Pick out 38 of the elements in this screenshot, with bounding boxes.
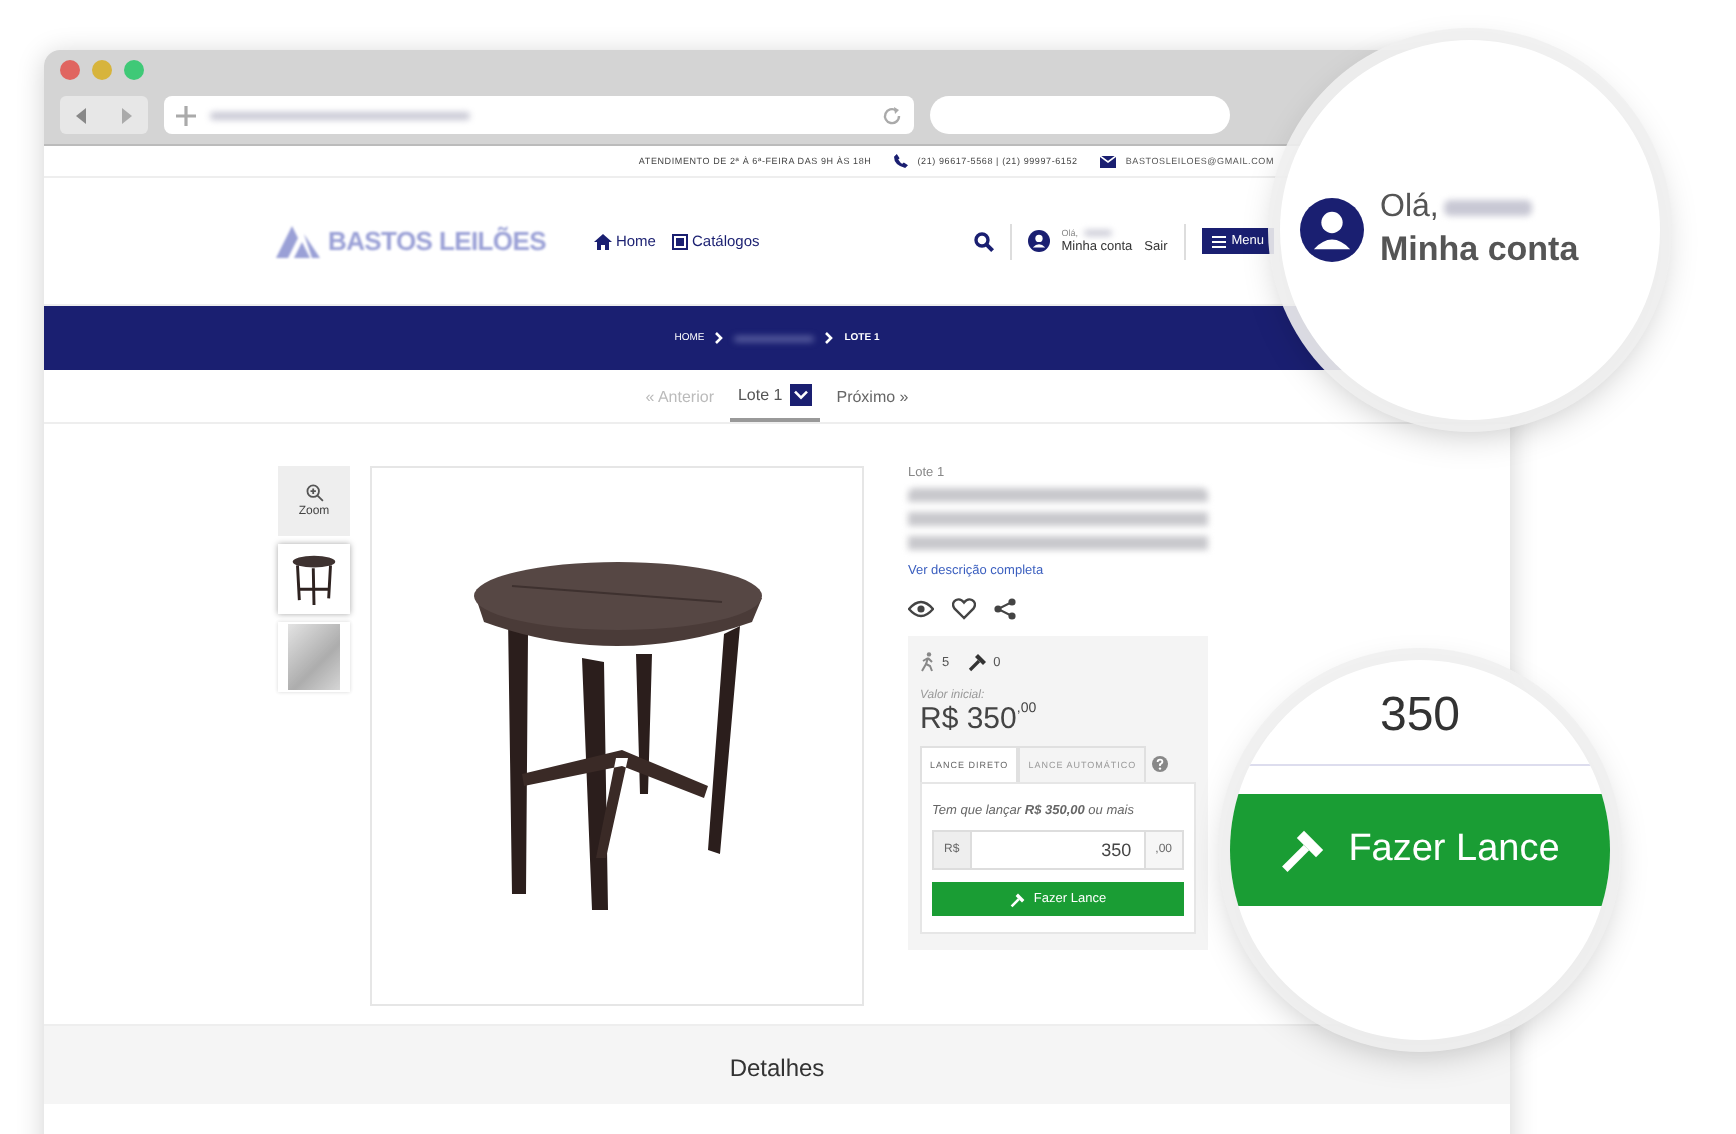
- catalog-icon: [671, 233, 688, 249]
- lot-selector[interactable]: Lote 1: [729, 370, 821, 422]
- walking-person-icon: [920, 652, 936, 672]
- account-link[interactable]: Minha conta: [1380, 230, 1579, 270]
- mail-icon: [1099, 155, 1116, 167]
- phone-icon: [893, 154, 908, 168]
- help-icon[interactable]: [1152, 756, 1169, 772]
- eye-icon[interactable]: [908, 600, 934, 618]
- share-icon[interactable]: [994, 598, 1016, 620]
- section-title: Detalhes: [729, 1054, 825, 1086]
- close-button[interactable]: [60, 60, 80, 80]
- bid-button[interactable]: Fazer Lance: [1230, 794, 1610, 906]
- chevron-icon: [714, 332, 725, 344]
- chevron-icon: [824, 332, 835, 344]
- gavel-icon: [1009, 891, 1026, 907]
- home-icon: [593, 233, 612, 249]
- blurred-name: [1444, 200, 1533, 216]
- thumbnail[interactable]: [278, 622, 350, 692]
- gavel-icon: [1280, 826, 1329, 874]
- greeting-text: Olá,: [1380, 190, 1439, 226]
- navigation-buttons[interactable]: [60, 96, 148, 134]
- price: R$ 350: [920, 702, 1017, 736]
- user-icon: [1300, 198, 1364, 262]
- user-icon[interactable]: [1027, 230, 1050, 252]
- logo-icon: [276, 225, 320, 257]
- bid-amount-field[interactable]: 350: [971, 830, 1144, 870]
- product-image[interactable]: [370, 466, 864, 1006]
- reload-icon[interactable]: [882, 105, 902, 125]
- search-icon[interactable]: [973, 231, 994, 251]
- bid-amount: 350: [1230, 688, 1610, 766]
- zoom-in-icon: [305, 484, 323, 502]
- plus-icon: [176, 105, 196, 125]
- dropdown-icon: [790, 383, 813, 405]
- heart-icon[interactable]: [952, 598, 976, 620]
- gavel-icon: [967, 652, 988, 672]
- menu-icon: [1211, 235, 1226, 247]
- thumbnail[interactable]: [278, 544, 350, 614]
- next-link[interactable]: Próximo »: [836, 370, 909, 422]
